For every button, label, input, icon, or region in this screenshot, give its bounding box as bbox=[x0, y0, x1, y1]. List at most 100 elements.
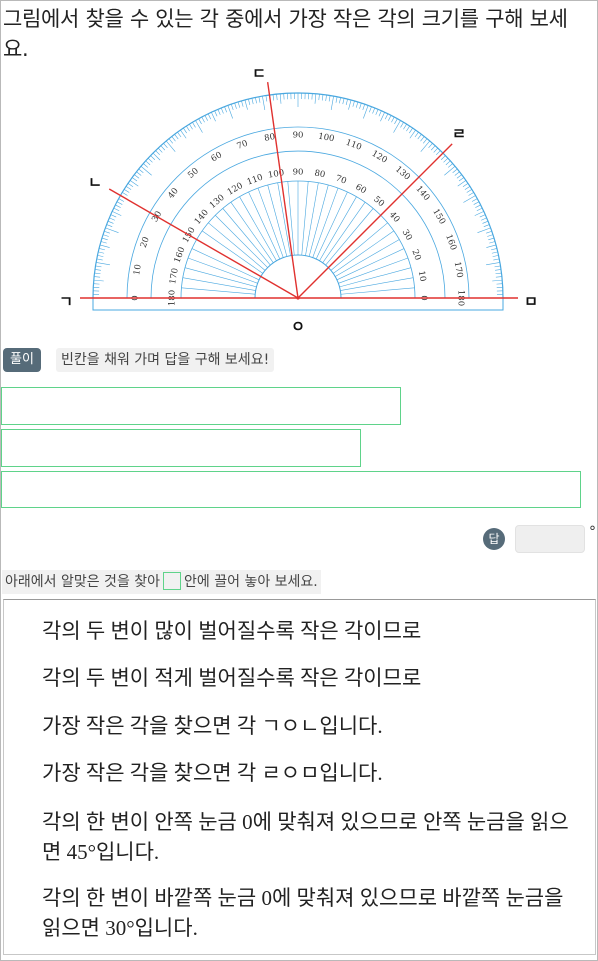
point-label-m: ㅁ bbox=[524, 293, 538, 311]
inner-scale-label: 130 bbox=[208, 193, 227, 211]
drag-instruction-before: 아래에서 알맞은 것을 찾아 bbox=[5, 574, 161, 590]
protractor-tick bbox=[174, 134, 179, 140]
protractor-tick bbox=[391, 116, 395, 123]
protractor-tick bbox=[495, 272, 502, 275]
protractor-tick bbox=[138, 168, 144, 173]
protractor-tick bbox=[106, 224, 113, 227]
protractor-radial-line bbox=[315, 191, 348, 260]
inner-scale-label: 100 bbox=[267, 168, 285, 181]
protractor-tick bbox=[251, 98, 254, 105]
drop-slot-3[interactable] bbox=[1, 471, 581, 508]
protractor-radial-line bbox=[222, 208, 271, 266]
protractor-tick bbox=[224, 106, 227, 113]
protractor-tick bbox=[443, 157, 449, 163]
choice-3[interactable]: 가장 작은 각을 찾으면 각 ㄱㅇㄴ입니다. bbox=[42, 711, 542, 741]
protractor-tick bbox=[403, 123, 407, 130]
inner-scale-label: 90 bbox=[293, 168, 304, 178]
protractor-radial-line bbox=[312, 187, 339, 258]
protractor-tick bbox=[417, 134, 422, 140]
protractor-tick bbox=[483, 224, 490, 227]
protractor-tick bbox=[163, 143, 168, 149]
inner-scale-label: 140 bbox=[193, 208, 211, 227]
point-label-d: ㄷ bbox=[252, 65, 266, 83]
protractor-tick bbox=[458, 177, 465, 182]
protractor-tick bbox=[101, 237, 108, 241]
choice-4[interactable]: 가장 작은 각을 찾으면 각 ㄹㅇㅁ입니다. bbox=[42, 758, 542, 788]
protractor-tick bbox=[118, 198, 125, 202]
protractor-tick bbox=[265, 95, 268, 102]
protractor-tick bbox=[230, 104, 234, 110]
protractor-radial-line bbox=[335, 239, 400, 277]
protractor-tick bbox=[409, 127, 413, 134]
protractor-tick bbox=[464, 186, 471, 190]
protractor-radial-line bbox=[333, 230, 395, 274]
point-label-n: ㄴ bbox=[88, 174, 102, 192]
answer-input[interactable] bbox=[515, 525, 585, 553]
choice-1[interactable]: 각의 두 변이 많이 벌어질수록 작은 각이므로 bbox=[42, 616, 542, 646]
protractor-tick bbox=[481, 217, 487, 221]
protractor-tick bbox=[98, 251, 105, 254]
vertex-dot bbox=[296, 296, 300, 300]
answer-badge: 답 bbox=[483, 528, 505, 550]
protractor-tick bbox=[112, 211, 122, 216]
protractor-tick bbox=[359, 102, 362, 109]
drop-slot-1[interactable] bbox=[1, 387, 401, 425]
protractor-tick bbox=[211, 112, 216, 122]
protractor-tick bbox=[482, 220, 489, 224]
protractor-tick bbox=[276, 94, 278, 101]
protractor-tick bbox=[248, 99, 251, 105]
protractor-tick bbox=[102, 234, 109, 237]
inner-scale-label: 10 bbox=[416, 270, 428, 282]
protractor-tick bbox=[171, 136, 176, 142]
protractor-tick bbox=[436, 150, 441, 156]
answer-unit: ° bbox=[589, 524, 596, 540]
protractor-tick bbox=[314, 93, 317, 104]
ray-r bbox=[297, 143, 453, 299]
protractor-tick bbox=[495, 276, 502, 278]
drop-slot-2[interactable] bbox=[1, 429, 361, 467]
drag-instruction: 아래에서 알맞은 것을 찾아 안에 끌어 놓아 보세요. bbox=[2, 570, 321, 594]
choice-2[interactable]: 각의 두 변이 적게 벌어질수록 작은 각이므로 bbox=[42, 663, 542, 693]
point-label-o: ㅇ bbox=[291, 318, 305, 336]
protractor-tick bbox=[433, 147, 439, 153]
protractor-tick bbox=[201, 116, 205, 123]
protractor-tick bbox=[330, 96, 334, 110]
protractor-tick bbox=[355, 101, 359, 108]
protractor-tick bbox=[477, 227, 491, 233]
protractor-tick bbox=[157, 147, 163, 153]
inner-scale-label: 30 bbox=[400, 228, 414, 242]
choice-6[interactable]: 각의 한 변이 바깥쪽 눈금 0에 맞춰져 있으므로 바깥쪽 눈금을 읽으면 3… bbox=[42, 883, 572, 943]
protractor-radial-line bbox=[257, 187, 284, 258]
protractor-tick bbox=[375, 109, 379, 115]
inner-scale-label: 40 bbox=[387, 210, 402, 225]
protractor-tick bbox=[328, 95, 331, 102]
protractor-tick bbox=[468, 192, 474, 196]
protractor-tick bbox=[487, 234, 494, 237]
solution-hint: 빈칸을 채워 가며 답을 구해 보세요! bbox=[56, 348, 275, 372]
protractor-tick bbox=[272, 94, 275, 101]
protractor-tick bbox=[362, 104, 366, 110]
protractor-tick bbox=[444, 165, 456, 176]
protractor-tick bbox=[220, 107, 224, 114]
protractor-tick bbox=[192, 122, 196, 128]
choice-pool: 각의 두 변이 많이 벌어질수록 작은 각이므로 각의 두 변이 적게 벌어질수… bbox=[3, 599, 596, 955]
choice-5[interactable]: 각의 한 변이 안쪽 눈금 0에 맞춰져 있으므로 안쪽 눈금을 읽으면 45°… bbox=[42, 807, 572, 867]
protractor-tick bbox=[430, 145, 436, 151]
protractor-radial-line bbox=[336, 248, 405, 281]
protractor-tick bbox=[207, 113, 212, 120]
protractor-tick bbox=[123, 189, 130, 193]
ray-d bbox=[266, 82, 299, 299]
drag-instruction-after: 안에 끌어 놓아 보세요. bbox=[184, 574, 318, 590]
protractor-tick bbox=[372, 107, 376, 114]
protractor-radial-line bbox=[319, 196, 357, 261]
outer-scale-label: 160 bbox=[443, 233, 458, 252]
point-label-g: ㄱ bbox=[59, 293, 73, 311]
protractor-tick bbox=[94, 269, 101, 271]
protractor-tick bbox=[134, 174, 140, 179]
protractor-tick bbox=[150, 155, 156, 160]
protractor-tick bbox=[491, 251, 498, 254]
protractor-tick bbox=[486, 244, 497, 248]
outer-scale-label: 100 bbox=[317, 132, 335, 145]
protractor-tick bbox=[428, 143, 433, 149]
inner-scale-label: 70 bbox=[334, 174, 348, 187]
